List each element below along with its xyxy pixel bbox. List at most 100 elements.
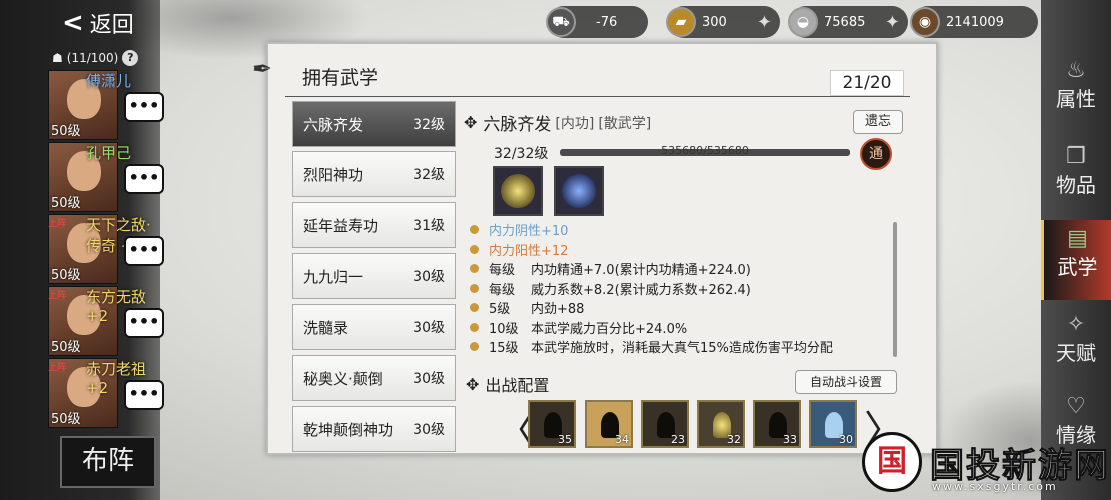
skill-type-tag: [内功]	[555, 115, 595, 132]
back-label: 返回	[89, 13, 134, 38]
nav-attributes[interactable]: ♨ 属性	[1041, 52, 1111, 132]
stat-value: 内劲+88	[531, 302, 585, 318]
battle-slot[interactable]: 32	[697, 400, 745, 448]
skill-detail-header: ✥ 六脉齐发 [内功] [散武学]	[464, 110, 651, 135]
skill-name: 秘奥义·颠倒	[303, 369, 383, 388]
chat-bubble-icon[interactable]: •••	[124, 380, 164, 410]
battle-slot[interactable]: 34	[585, 400, 633, 448]
skill-item[interactable]: 九九归一 30级	[292, 253, 456, 299]
chat-bubble-icon[interactable]: •••	[124, 92, 164, 122]
hero-level: 50级	[51, 340, 81, 355]
skill-item[interactable]: 秘奥义·颠倒 30级	[292, 355, 456, 401]
stat-row: 内力阳性+12	[470, 240, 890, 260]
stat-row: 每级 威力系数+8.2(累计威力系数+262.4)	[470, 279, 890, 299]
people-icon: ☗	[52, 51, 63, 65]
bullet-icon	[470, 303, 479, 313]
resource-value: 2141009	[946, 14, 1004, 30]
skill-count: 21/20	[830, 70, 904, 96]
resource-value: -76	[596, 14, 618, 30]
stat-key: 每级	[489, 282, 516, 298]
resource-cart: ⛟ -76	[546, 6, 648, 38]
nav-label: 属性	[1056, 87, 1096, 111]
bullet-icon	[470, 244, 479, 254]
hero-name: 孔甲己	[86, 144, 132, 162]
bullet-icon	[470, 322, 479, 332]
slot-number: 23	[671, 433, 685, 446]
silver-ingot-icon: ◒	[788, 7, 818, 37]
skill-item[interactable]: 洗髓录 30级	[292, 304, 456, 350]
auto-battle-settings-button[interactable]: 自动战斗设置	[795, 370, 897, 394]
slot-number: 35	[558, 433, 572, 446]
skill-item[interactable]: 乾坤颠倒神功 30级	[292, 406, 456, 452]
skill-name: 延年益寿功	[303, 216, 379, 235]
battle-config-title: 出战配置	[485, 376, 550, 395]
skill-level: 30级	[413, 269, 445, 285]
battle-slot[interactable]: 33	[753, 400, 801, 448]
resource-value: 300	[702, 14, 727, 30]
box-icon: ❒	[1066, 144, 1086, 169]
stat-value: 内力阴性+10	[489, 224, 569, 240]
stat-row: 每级 内功精通+7.0(累计内功精通+224.0)	[470, 259, 890, 279]
book-icon: ▤	[1067, 226, 1088, 251]
chevron-left-icon: <	[62, 8, 84, 38]
watermark-logo: 国	[862, 432, 922, 492]
skill-item[interactable]: 六脉齐发 32级	[292, 101, 456, 147]
slot-number: 33	[783, 433, 797, 446]
team-count-text: (11/100)	[66, 51, 119, 65]
right-nav: ♨ 属性 ❒ 物品 ▤ 武学 ✧ 天赋 ♡ 情缘	[1041, 0, 1111, 500]
chat-bubble-icon[interactable]: •••	[124, 308, 164, 338]
hero-level: 50级	[51, 412, 81, 427]
divider	[285, 96, 910, 97]
stat-row: 内力阴性+10	[470, 220, 890, 240]
deployed-tag: 上阵	[48, 363, 67, 373]
stat-key: 10级	[489, 321, 519, 337]
watermark: 国 国投新游网 www.sxsgytr.com	[862, 432, 1110, 493]
battle-slot[interactable]: 30	[809, 400, 857, 448]
skill-item[interactable]: 烈阳神功 32级	[292, 151, 456, 197]
glow-icon	[562, 174, 596, 208]
skill-name: 乾坤颠倒神功	[303, 420, 394, 439]
stat-row: 10级 本武学威力百分比+24.0%	[470, 318, 890, 338]
diamond-icon: ✥	[464, 113, 478, 132]
skill-detail-name: 六脉齐发	[483, 115, 552, 135]
nav-label: 天赋	[1056, 341, 1096, 365]
battle-slot[interactable]: 35	[528, 400, 576, 448]
gold-bar-icon: ▰	[666, 7, 696, 37]
skill-stats: 内力阴性+10 内力阳性+12 每级 内功精通+7.0(累计内功精通+224.0)…	[470, 220, 890, 357]
forget-button[interactable]: 遗忘	[853, 110, 903, 134]
nav-label: 武学	[1057, 255, 1098, 279]
skill-level: 32级	[413, 117, 445, 133]
resource-gold: ▰ 300 ✦	[666, 6, 780, 38]
formation-button[interactable]: 布阵	[60, 436, 156, 488]
equipped-manual-icon[interactable]	[493, 166, 543, 216]
ink-seal-icon: ✒	[252, 55, 273, 83]
stat-value: 威力系数+8.2(累计威力系数+262.4)	[531, 282, 751, 298]
heart-icon: ♡	[1066, 394, 1086, 419]
scrollbar[interactable]	[893, 222, 897, 357]
help-icon[interactable]: ?	[122, 50, 139, 66]
chat-bubble-icon[interactable]: •••	[124, 164, 164, 194]
bullet-icon	[470, 283, 479, 293]
hero-name: 傅潇儿	[86, 72, 132, 90]
stat-row: 15级 本武学施放时，消耗最大真气15%造成伤害平均分配	[470, 337, 890, 357]
nav-martial-arts[interactable]: ▤ 武学	[1041, 220, 1111, 300]
add-silver-icon[interactable]: ✦	[885, 12, 900, 33]
add-gold-icon[interactable]: ✦	[757, 12, 772, 33]
skill-level: 30级	[413, 320, 445, 336]
skill-name: 九九归一	[303, 267, 364, 286]
panel-title: 拥有武学	[302, 67, 379, 89]
battle-slot[interactable]: 23	[641, 400, 689, 448]
back-button[interactable]: < 返回	[62, 6, 134, 40]
stat-value: 内功精通+7.0(累计内功精通+224.0)	[531, 263, 751, 279]
nav-talent[interactable]: ✧ 天赋	[1041, 306, 1111, 386]
deployed-tag: 上阵	[48, 291, 67, 301]
nav-items[interactable]: ❒ 物品	[1041, 138, 1111, 218]
watermark-url: www.sxsgytr.com	[932, 480, 1058, 493]
chat-bubble-icon[interactable]: •••	[124, 236, 164, 266]
skill-item[interactable]: 延年益寿功 31级	[292, 202, 456, 248]
skill-level: 32级	[413, 167, 445, 183]
skill-name: 洗髓录	[303, 318, 349, 337]
equipped-manual-icon[interactable]	[554, 166, 604, 216]
deployed-tag: 上阵	[48, 219, 67, 229]
sparkle-icon: ✧	[1066, 312, 1086, 337]
